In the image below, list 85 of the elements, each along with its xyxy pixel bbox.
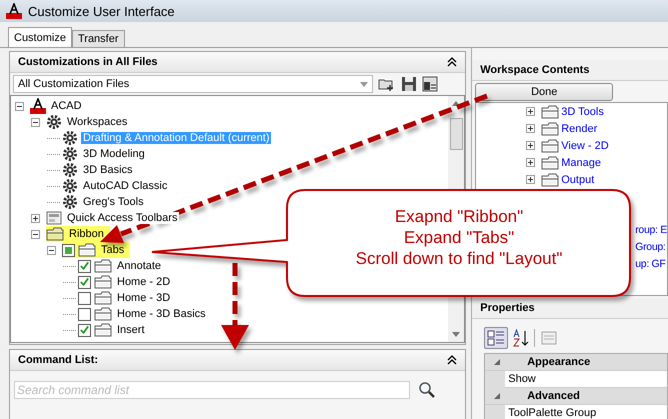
checkbox[interactable] [78,260,91,272]
tree-item[interactable]: up: GF [635,258,667,275]
tree-item[interactable]: Workspaces [65,116,130,128]
tree-item[interactable]: 3D Basics [81,164,135,176]
checkbox[interactable] [62,244,75,256]
gear-icon [46,114,62,130]
callout-text: Scroll down to find "Layout" [356,248,562,269]
folder-icon [94,258,112,274]
tree-item[interactable]: View - 2D [561,140,609,152]
checkbox[interactable] [78,324,91,336]
folder-icon [94,274,112,290]
folder-icon [541,172,560,188]
tree-item[interactable]: roup: E [635,224,667,241]
folder-icon [94,306,112,322]
tab[interactable]: Customize [8,27,72,47]
checkbox[interactable] [78,276,91,288]
tree-item[interactable]: AutoCAD Classic [81,180,170,192]
panel-title: Properties [480,302,535,314]
tree-item[interactable]: 3D Modeling [81,148,147,160]
expand-toggle[interactable] [526,141,536,150]
tree-item[interactable]: Manage [561,156,601,168]
panel-title: Workspace Contents [480,64,590,76]
done-button[interactable]: Done [475,83,614,101]
folder-icon [46,226,64,242]
gear-icon [62,178,78,194]
panel-title: Command List: [18,354,98,366]
gear-icon [62,162,78,178]
app-icon [6,3,22,19]
gear-icon [62,146,78,162]
categorized-view-icon[interactable] [484,327,508,349]
scroll-down-icon[interactable] [452,332,460,337]
folder-icon [541,104,560,120]
scroll-up-icon[interactable] [452,101,460,106]
callout-text: Exapnd "Ribbon" [394,206,524,227]
tree-item[interactable]: Insert [115,324,147,336]
toolbar-icon [46,210,62,226]
collapse-toggle[interactable] [15,102,24,110]
search-field[interactable]: Search command list [14,381,410,399]
collapse-toggle[interactable] [31,118,40,126]
folder-icon [94,290,112,306]
expand-toggle[interactable] [526,175,536,184]
dropdown-caret-icon [360,82,368,86]
checkbox[interactable] [78,308,91,320]
folder-icon [94,322,112,338]
scrollbar-thumb[interactable] [450,118,463,150]
tree-item[interactable]: 3D Tools [561,106,604,118]
search-icon[interactable] [418,381,436,399]
expand-toggle[interactable] [526,107,536,116]
expand-toggle[interactable] [526,124,536,133]
collapse-triangle-icon[interactable] [493,358,502,366]
panel-title: Customizations in All Files [18,56,158,68]
folder-icon [78,242,96,258]
folder-icon [541,138,560,154]
tree-item[interactable]: Home - 2D [115,276,172,288]
collapse-toggle[interactable] [31,230,40,238]
folder-icon [541,154,560,170]
folder-icon [541,120,560,136]
checkbox[interactable] [78,292,91,304]
category-label: Appearance [527,356,590,368]
expand-toggle[interactable] [526,158,536,167]
tree-item[interactable]: Group: [635,241,667,258]
collapse-toggle[interactable] [47,246,56,254]
collapse-icon[interactable] [447,355,458,365]
tree-item[interactable]: Greg's Tools [81,196,146,208]
collapse-triangle-icon[interactable] [493,392,502,400]
tree-item[interactable]: Home - 3D [115,292,172,304]
category-label: Advanced [527,390,580,402]
app-icon [30,98,46,114]
tree-item[interactable]: ACAD [49,100,84,112]
tab[interactable]: Transfer [72,30,125,47]
save-icon[interactable] [401,76,417,92]
window-title: Customize User Interface [28,4,175,18]
tree-item[interactable]: Quick Access Toolbars [65,212,180,224]
tree-item[interactable]: Annotate [115,260,164,272]
expand-toggle[interactable] [31,214,40,222]
property-name[interactable]: Show [508,373,536,385]
gear-icon [62,130,78,146]
tree-item[interactable]: Output [561,174,594,186]
tree-item[interactable]: Render [561,122,598,134]
gear-icon [62,194,78,210]
tree-item[interactable]: Home - 3D Basics [115,308,208,320]
callout-text: Expand "Tabs" [404,227,514,248]
collapse-icon[interactable] [447,57,458,67]
sort-icon[interactable] [512,328,530,348]
file-dropdown[interactable]: All Customization Files [13,75,373,93]
